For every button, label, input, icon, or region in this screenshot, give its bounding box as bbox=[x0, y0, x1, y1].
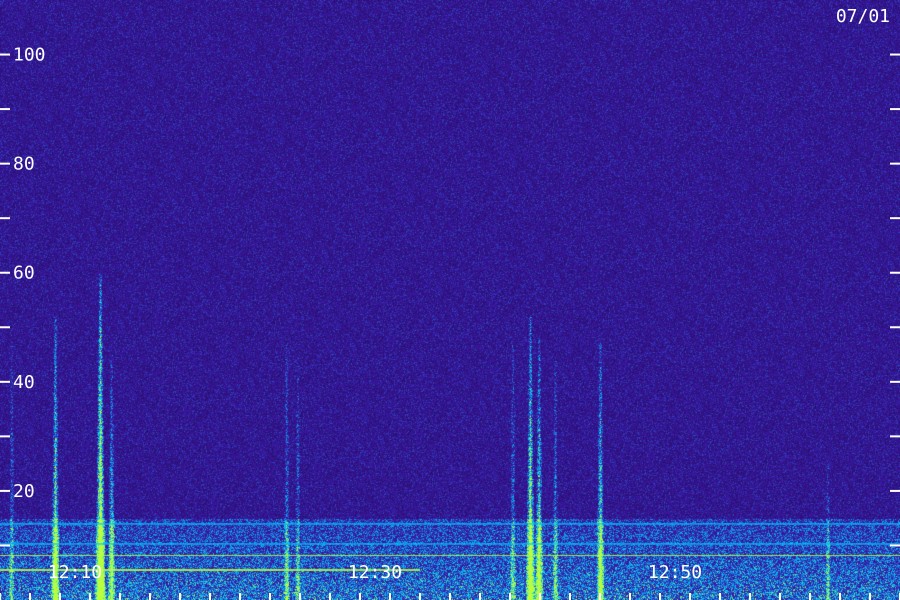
y-tick-label: 100 bbox=[13, 45, 46, 66]
y-tick-label: 40 bbox=[13, 372, 35, 393]
y-tick-label: 20 bbox=[13, 481, 35, 502]
x-tick-label: 12:10 bbox=[48, 562, 102, 583]
y-tick-label: 80 bbox=[13, 154, 35, 175]
x-tick-label: 12:50 bbox=[648, 562, 702, 583]
y-tick-label: 60 bbox=[13, 263, 35, 284]
chart-axes: 07/01 20 40 60 80 100 12:10 12:30 12:50 bbox=[0, 6, 900, 600]
date-label: 07/01 bbox=[836, 6, 890, 27]
spectrogram-chart: 07/01 20 40 60 80 100 12:10 12:30 12:50 bbox=[0, 0, 900, 600]
x-tick-label: 12:30 bbox=[348, 562, 402, 583]
